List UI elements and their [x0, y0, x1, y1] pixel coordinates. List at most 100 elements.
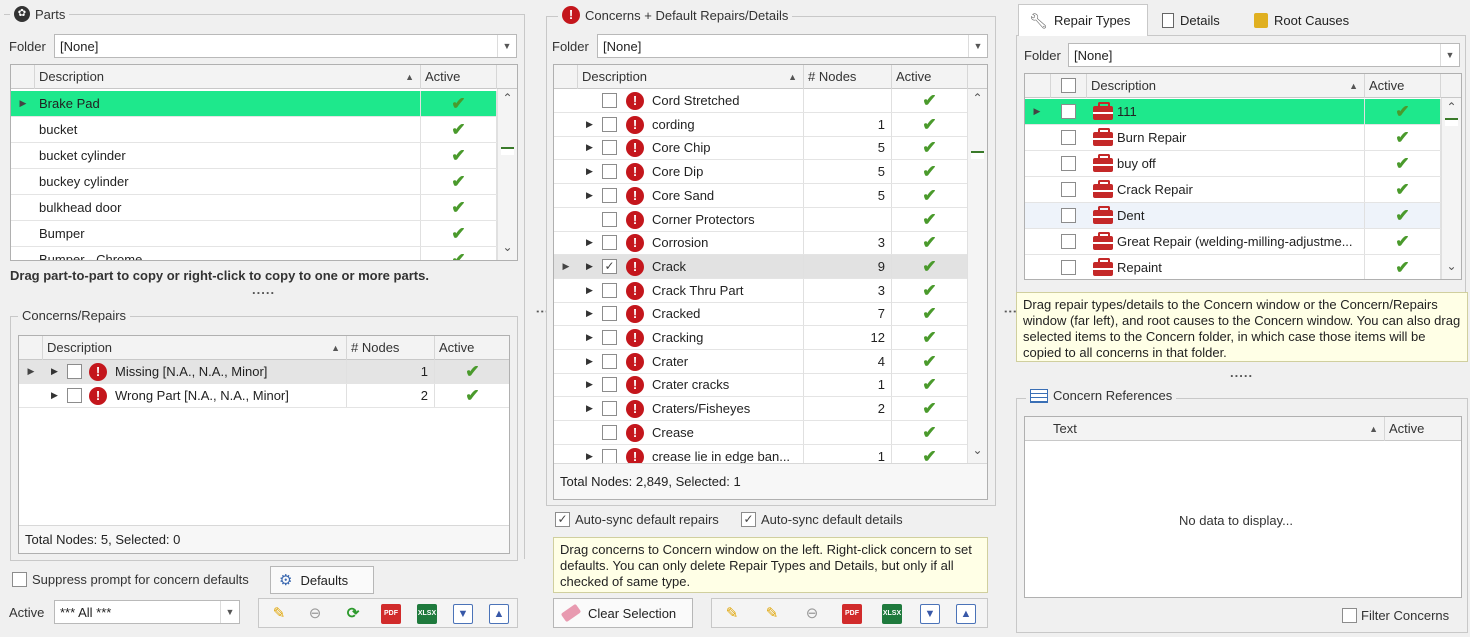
scroll-up-icon[interactable]: ⌃: [968, 91, 987, 109]
expand-icon[interactable]: ▶: [586, 445, 593, 466]
concerns-scrollbar[interactable]: ⌃ ⌄: [967, 89, 987, 463]
table-row[interactable]: ▶! Cracked 7 ✔: [554, 302, 967, 327]
scroll-down-icon[interactable]: ⌄: [498, 240, 517, 258]
table-row[interactable]: ▶! Corrosion 3 ✔: [554, 231, 967, 256]
row-checkbox[interactable]: [602, 282, 617, 298]
table-row[interactable]: ! Crease ✔: [554, 420, 967, 445]
parts-folder-select[interactable]: [None] ▼: [54, 34, 517, 58]
repair-scrollbar[interactable]: ⌃ ⌄: [1441, 98, 1461, 279]
clear-selection-button[interactable]: Clear Selection: [553, 598, 693, 628]
auto-sync-repairs-checkbox[interactable]: ✓: [555, 512, 570, 527]
edit-pencil-icon[interactable]: ✎: [762, 604, 782, 624]
table-row[interactable]: ▶! crease lie in edge ban... 1 ✔: [554, 444, 967, 466]
move-up-icon[interactable]: ▲: [489, 604, 509, 624]
concerns-folder-select[interactable]: [None] ▼: [597, 34, 988, 58]
table-row[interactable]: ▶! Crater 4 ✔: [554, 349, 967, 374]
table-row[interactable]: ! Corner Protectors ✔: [554, 207, 967, 232]
move-up-icon[interactable]: ▲: [956, 604, 976, 624]
expand-icon[interactable]: ▶: [586, 255, 593, 278]
tab-repair-types[interactable]: 🔧︎ Repair Types: [1018, 4, 1148, 36]
refresh-icon[interactable]: ⟳: [343, 604, 363, 624]
move-down-icon[interactable]: ▼: [453, 604, 473, 624]
table-row[interactable]: buy off ✔: [1025, 151, 1441, 177]
tab-root-causes[interactable]: Root Causes: [1244, 4, 1362, 36]
scroll-thumb[interactable]: [1445, 118, 1458, 126]
table-row[interactable]: ▶! Core Dip 5 ✔: [554, 160, 967, 185]
table-row[interactable]: ▶! Wrong Part [N.A., N.A., Minor] 2 ✔: [19, 384, 509, 408]
row-checkbox[interactable]: [67, 364, 82, 379]
header-active[interactable]: Active: [1385, 417, 1461, 441]
expand-icon[interactable]: ▶: [586, 302, 593, 325]
row-checkbox[interactable]: [602, 211, 617, 227]
table-row[interactable]: Bumper - Chrome ✔: [11, 247, 497, 260]
row-checkbox[interactable]: [602, 235, 617, 251]
row-checkbox[interactable]: [602, 401, 617, 417]
expand-icon[interactable]: ▶: [586, 350, 593, 373]
header-active[interactable]: Active: [421, 65, 497, 89]
header-nodes[interactable]: # Nodes: [804, 65, 892, 89]
row-checkbox[interactable]: [602, 448, 617, 464]
parts-splitter[interactable]: .....: [252, 282, 275, 297]
table-row[interactable]: ▶! Crack Thru Part 3 ✔: [554, 278, 967, 303]
table-row[interactable]: ▶! Crater cracks 1 ✔: [554, 373, 967, 398]
table-row[interactable]: ▶! Core Sand 5 ✔: [554, 183, 967, 208]
row-checkbox[interactable]: [602, 164, 617, 180]
row-checkbox[interactable]: [602, 330, 617, 345]
table-row[interactable]: Bumper ✔: [11, 221, 497, 247]
expand-icon[interactable]: ▶: [586, 326, 593, 349]
pdf-export-icon[interactable]: PDF: [842, 604, 862, 624]
edit-add-icon[interactable]: ✎: [722, 604, 742, 624]
table-row[interactable]: ▶! Craters/Fisheyes 2 ✔: [554, 397, 967, 422]
auto-sync-details-checkbox[interactable]: ✓: [741, 512, 756, 527]
table-row[interactable]: Burn Repair ✔: [1025, 125, 1441, 151]
table-row[interactable]: ! Cord Stretched ✔: [554, 89, 967, 113]
table-row[interactable]: ▶ ▶ ✓! Crack 9 ✔: [554, 254, 967, 279]
table-row[interactable]: ▶! Core Chip 5 ✔: [554, 136, 967, 161]
expand-icon[interactable]: ▶: [586, 397, 593, 420]
expand-icon[interactable]: ▶: [586, 113, 593, 136]
chevron-down-icon[interactable]: ▼: [968, 35, 987, 57]
row-checkbox[interactable]: [1061, 130, 1076, 145]
header-description[interactable]: Description ▲: [1087, 74, 1365, 98]
edit-pencil-icon[interactable]: ✎: [269, 604, 289, 624]
header-active[interactable]: Active: [435, 336, 509, 360]
move-down-icon[interactable]: ▼: [920, 604, 940, 624]
row-checkbox[interactable]: [602, 187, 617, 203]
table-row[interactable]: ▶! Cracking 12 ✔: [554, 326, 967, 350]
expand-icon[interactable]: ▶: [51, 384, 58, 407]
row-checkbox[interactable]: [602, 353, 617, 369]
row-checkbox[interactable]: [1061, 156, 1076, 171]
scroll-thumb[interactable]: [971, 151, 984, 159]
active-filter-select[interactable]: *** All *** ▼: [54, 600, 240, 624]
scroll-down-icon[interactable]: ⌄: [968, 443, 987, 461]
row-checkbox[interactable]: [602, 377, 617, 393]
expand-icon[interactable]: ▶: [586, 184, 593, 207]
row-checkbox[interactable]: [67, 388, 82, 403]
row-checkbox[interactable]: [602, 140, 617, 156]
row-checkbox[interactable]: ✓: [602, 258, 617, 274]
header-nodes[interactable]: # Nodes: [347, 336, 435, 360]
select-all-checkbox[interactable]: [1061, 78, 1076, 93]
row-checkbox[interactable]: [1061, 260, 1076, 275]
table-row[interactable]: bulkhead door ✔: [11, 195, 497, 221]
table-row[interactable]: ▶! cording 1 ✔: [554, 112, 967, 137]
remove-icon[interactable]: ⊖: [802, 604, 822, 624]
expand-icon[interactable]: ▶: [586, 160, 593, 183]
row-checkbox[interactable]: [602, 424, 617, 440]
row-checkbox[interactable]: [1061, 208, 1076, 223]
expand-icon[interactable]: ▶: [586, 373, 593, 396]
filter-concerns-checkbox[interactable]: [1342, 608, 1357, 623]
chevron-down-icon[interactable]: ▼: [497, 35, 516, 57]
table-row[interactable]: ▶ Brake Pad ✔: [11, 91, 497, 117]
header-description[interactable]: Description ▲: [35, 65, 421, 89]
expand-icon[interactable]: ▶: [586, 231, 593, 254]
scroll-thumb[interactable]: [501, 147, 514, 155]
remove-icon[interactable]: ⊖: [305, 604, 325, 624]
scroll-down-icon[interactable]: ⌄: [1442, 259, 1461, 277]
repair-splitter[interactable]: .....: [1230, 365, 1253, 380]
table-row[interactable]: bucket ✔: [11, 117, 497, 143]
header-active[interactable]: Active: [1365, 74, 1441, 98]
xlsx-export-icon[interactable]: XLSX: [882, 604, 902, 624]
scroll-up-icon[interactable]: ⌃: [1442, 100, 1461, 118]
tab-details[interactable]: Details: [1152, 4, 1238, 36]
